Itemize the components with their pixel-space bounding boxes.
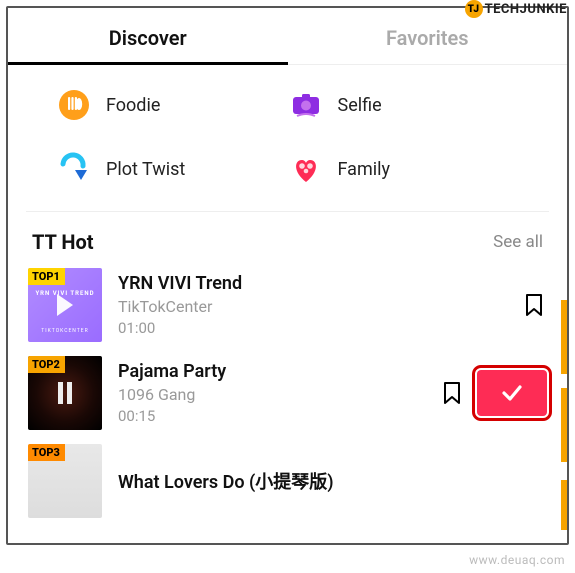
track-meta: Pajama Party 1096 Gang 00:15 — [118, 361, 423, 425]
techjunkie-logo-icon: TJ — [465, 0, 483, 18]
tab-discover[interactable]: Discover — [8, 8, 288, 64]
app-frame: Discover Favorites Foodie Selfie Plot Tw… — [6, 6, 569, 545]
watermark-techjunkie: TJ TECHJUNKIE — [465, 0, 567, 18]
track-duration: 01:00 — [118, 319, 505, 337]
category-family[interactable]: Family — [288, 151, 520, 187]
track-actions — [439, 370, 547, 416]
track-duration: 00:15 — [118, 407, 423, 425]
rank-badge: TOP3 — [28, 444, 65, 461]
track-row[interactable]: TOP1 YRN VIVI TREND TIKTOKCENTER YRN VIV… — [28, 268, 547, 342]
category-selfie[interactable]: Selfie — [288, 87, 520, 123]
category-label: Foodie — [106, 95, 160, 116]
section-header: TT Hot See all — [8, 212, 567, 268]
edge-strip — [561, 300, 569, 374]
bookmark-button[interactable] — [521, 290, 547, 320]
track-cover[interactable]: TOP2 — [28, 356, 102, 430]
checkmark-icon — [499, 380, 525, 406]
track-row[interactable]: TOP3 What Lovers Do (小提琴版) — [28, 444, 547, 518]
rank-badge: TOP1 — [28, 268, 65, 285]
watermark-top-text: TECHJUNKIE — [485, 2, 567, 17]
category-foodie[interactable]: Foodie — [56, 87, 288, 123]
edge-strip — [561, 388, 569, 462]
foodie-icon — [56, 87, 92, 123]
category-label: Plot Twist — [106, 159, 185, 180]
edge-strip — [561, 480, 569, 530]
select-track-button[interactable] — [477, 370, 547, 416]
track-meta: What Lovers Do (小提琴版) — [118, 468, 547, 494]
track-title: Pajama Party — [118, 361, 423, 382]
category-grid: Foodie Selfie Plot Twist Family — [26, 65, 549, 212]
track-list: TOP1 YRN VIVI TREND TIKTOKCENTER YRN VIV… — [8, 268, 567, 518]
watermark-bottom: www.deuaq.com — [469, 553, 565, 567]
plot-twist-icon — [56, 151, 92, 187]
track-cover[interactable]: TOP1 YRN VIVI TREND TIKTOKCENTER — [28, 268, 102, 342]
track-title: YRN VIVI Trend — [118, 273, 505, 294]
track-cover[interactable]: TOP3 — [28, 444, 102, 518]
category-label: Family — [338, 159, 391, 180]
see-all-link[interactable]: See all — [493, 232, 543, 252]
category-label: Selfie — [338, 95, 382, 116]
track-actions — [521, 290, 547, 320]
track-meta: YRN VIVI Trend TikTokCenter 01:00 — [118, 273, 505, 337]
track-row[interactable]: TOP2 Pajama Party 1096 Gang 00:15 — [28, 356, 547, 430]
cover-subtext: TIKTOKCENTER — [28, 328, 102, 334]
rank-badge: TOP2 — [28, 356, 65, 373]
section-title: TT Hot — [32, 230, 94, 254]
track-title: What Lovers Do (小提琴版) — [118, 468, 547, 494]
family-icon — [288, 151, 324, 187]
bookmark-button[interactable] — [439, 378, 465, 408]
track-artist: 1096 Gang — [118, 385, 423, 404]
selfie-icon — [288, 87, 324, 123]
category-plot-twist[interactable]: Plot Twist — [56, 151, 288, 187]
track-artist: TikTokCenter — [118, 297, 505, 316]
play-icon — [57, 294, 73, 316]
pause-icon — [58, 382, 72, 404]
